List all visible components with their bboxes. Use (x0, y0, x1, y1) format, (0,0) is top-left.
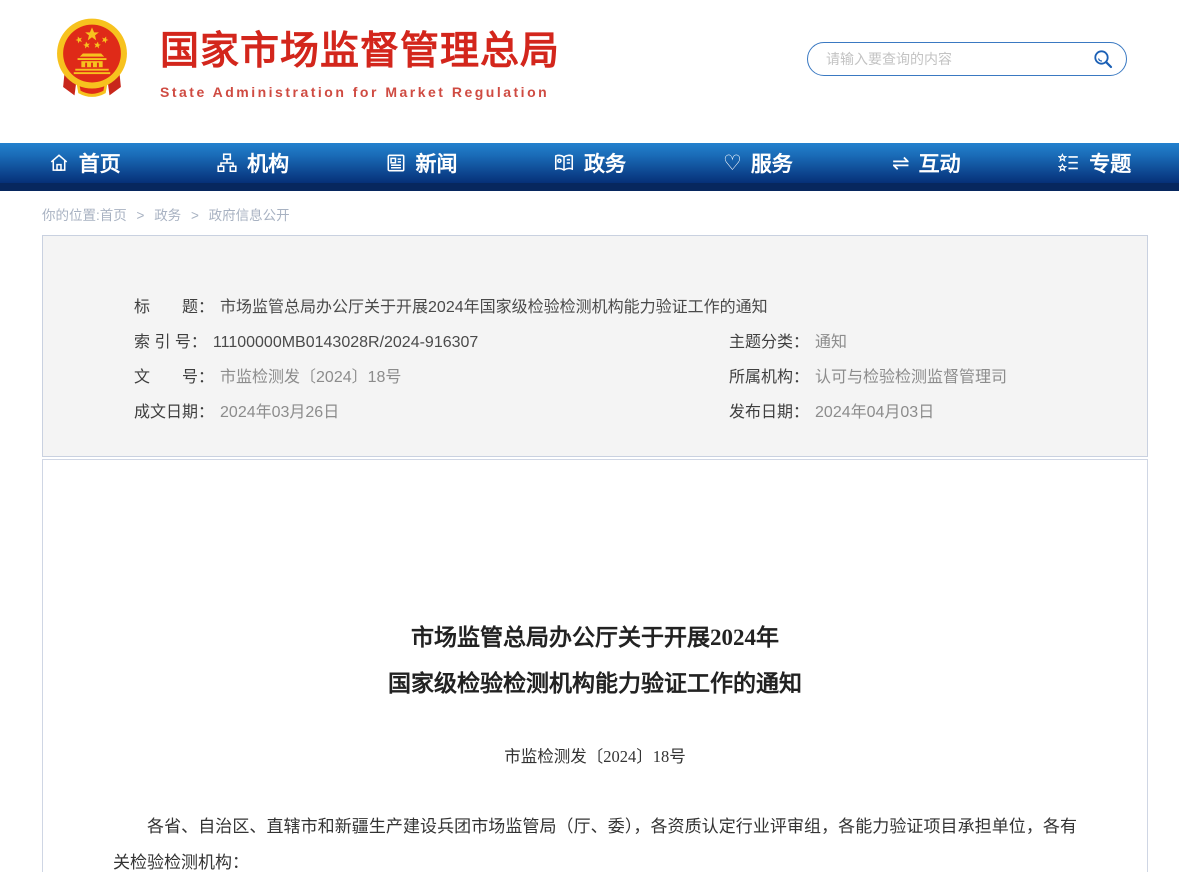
heart-icon: ♡ (723, 153, 742, 174)
meta-field-title: 标 题： 市场监管总局办公厅关于开展2024年国家级检验检测机构能力验证工作的通… (134, 298, 768, 318)
search-icon (1092, 48, 1114, 70)
nav-bottom-strip (0, 183, 1179, 191)
meta-label: 索 引 号： (134, 333, 207, 353)
news-icon (385, 152, 407, 174)
national-emblem-logo[interactable] (54, 16, 130, 120)
site-header: 国家市场监督管理总局 State Administration for Mark… (0, 0, 1179, 143)
nav-label: 政务 (584, 148, 626, 178)
site-subtitle: State Administration for Market Regulati… (160, 84, 560, 100)
breadcrumb-separator: > (191, 208, 199, 223)
nav-item-interaction[interactable]: ⇌ 互动 (842, 143, 1010, 183)
meta-field-index-no: 索 引 号： 11100000MB0143028R/2024-916307 (134, 333, 729, 353)
topics-star-list-icon (1058, 152, 1080, 174)
document-title-line1: 市场监管总局办公厅关于开展2024年 (43, 615, 1147, 661)
meta-row-dates: 成文日期： 2024年03月26日 发布日期： 2024年04月03日 (134, 403, 1107, 423)
meta-label: 主题分类： (729, 333, 809, 353)
brand-block: 国家市场监督管理总局 State Administration for Mark… (160, 28, 560, 100)
document-title: 市场监管总局办公厅关于开展2024年 国家级检验检测机构能力验证工作的通知 (43, 615, 1147, 707)
meta-field-org: 所属机构： 认可与检验检测监督管理司 (729, 368, 1007, 388)
meta-value: 11100000MB0143028R/2024-916307 (213, 333, 478, 353)
meta-label: 发布日期： (729, 403, 809, 423)
nav-item-service[interactable]: ♡ 服务 (674, 143, 842, 183)
header-search (807, 42, 1127, 76)
organization-icon (216, 152, 238, 174)
nav-label: 首页 (79, 148, 121, 178)
meta-field-topic-class: 主题分类： 通知 (729, 333, 847, 353)
nav-label: 互动 (919, 148, 961, 178)
breadcrumb-current-link[interactable]: 政府信息公开 (209, 208, 290, 223)
document-title-line2: 国家级检验检测机构能力验证工作的通知 (43, 661, 1147, 707)
meta-label: 标 题： (134, 298, 214, 318)
breadcrumb-prefix: 你的位置: (42, 208, 100, 223)
meta-label: 所属机构： (729, 368, 809, 388)
breadcrumb-separator: > (137, 208, 145, 223)
meta-value: 认可与检验检测监督管理司 (815, 368, 1007, 388)
document-number: 市监检测发〔2024〕18号 (43, 743, 1147, 767)
document-meta-box: 标 题： 市场监管总局办公厅关于开展2024年国家级检验检测机构能力验证工作的通… (42, 235, 1148, 457)
nav-item-organization[interactable]: 机构 (168, 143, 336, 183)
meta-label: 文 号： (134, 368, 214, 388)
meta-row-docno: 文 号： 市监检测发〔2024〕18号 所属机构： 认可与检验检测监督管理司 (134, 368, 1107, 388)
breadcrumb-home-link[interactable]: 首页 (100, 208, 127, 223)
search-button[interactable] (1092, 48, 1126, 70)
meta-field-write-date: 成文日期： 2024年03月26日 (134, 403, 729, 423)
meta-value: 市监检测发〔2024〕18号 (220, 368, 401, 388)
breadcrumb: 你的位置:首页 > 政务 > 政府信息公开 (0, 191, 1179, 235)
site-title: 国家市场监督管理总局 (160, 28, 560, 76)
meta-label: 成文日期： (134, 403, 214, 423)
document-paragraph: 各省、自治区、直辖市和新疆生产建设兵团市场监管局（厅、委），各资质认定行业评审组… (113, 809, 1077, 872)
meta-value: 通知 (815, 333, 847, 353)
interaction-arrows-icon: ⇌ (892, 153, 910, 174)
document-content-box: 市场监管总局办公厅关于开展2024年 国家级检验检测机构能力验证工作的通知 市监… (42, 459, 1148, 872)
meta-row-title: 标 题： 市场监管总局办公厅关于开展2024年国家级检验检测机构能力验证工作的通… (134, 298, 1107, 318)
nav-item-government-affairs[interactable]: 政务 (505, 143, 673, 183)
meta-row-index: 索 引 号： 11100000MB0143028R/2024-916307 主题… (134, 333, 1107, 353)
meta-value: 2024年04月03日 (815, 403, 934, 423)
breadcrumb-section-link[interactable]: 政务 (154, 208, 181, 223)
government-affairs-icon (553, 152, 575, 174)
nav-label: 机构 (247, 148, 289, 178)
meta-field-doc-no: 文 号： 市监检测发〔2024〕18号 (134, 368, 729, 388)
nav-item-home[interactable]: 首页 (0, 143, 168, 183)
nav-label: 服务 (751, 148, 793, 178)
nav-item-news[interactable]: 新闻 (337, 143, 505, 183)
nav-label: 新闻 (416, 148, 458, 178)
home-icon (48, 152, 70, 174)
nav-label: 专题 (1089, 148, 1131, 178)
main-nav: 首页 机构 新闻 (0, 143, 1179, 183)
meta-value: 市场监管总局办公厅关于开展2024年国家级检验检测机构能力验证工作的通知 (220, 298, 768, 318)
meta-field-publish-date: 发布日期： 2024年04月03日 (729, 403, 934, 423)
meta-value: 2024年03月26日 (220, 403, 339, 423)
nav-item-topics[interactable]: 专题 (1011, 143, 1179, 183)
search-input[interactable] (808, 51, 1092, 67)
